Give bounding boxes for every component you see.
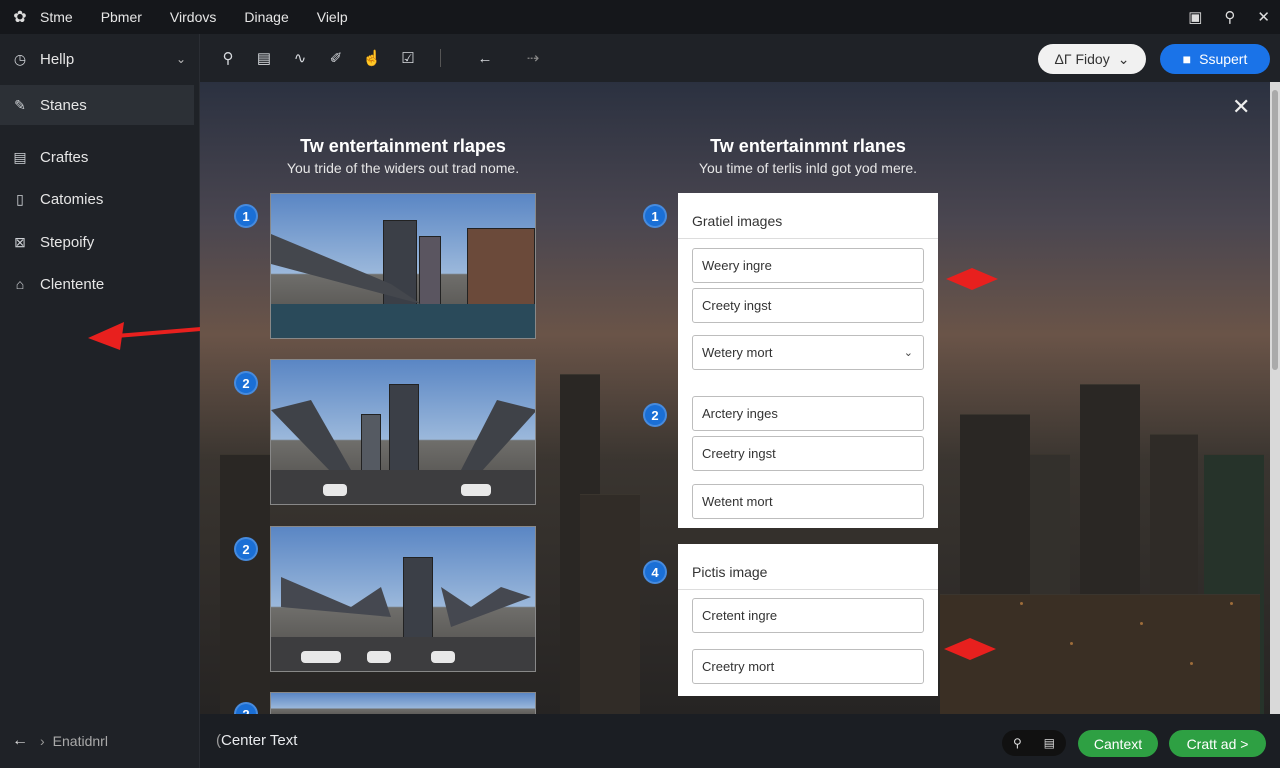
search-icon[interactable]: ⚲ (1013, 736, 1022, 750)
text-field[interactable]: Creetry ingst (692, 436, 924, 471)
panel-title: Pictis image (692, 564, 768, 580)
search-icon[interactable]: ⚲ (210, 49, 246, 67)
pen-icon[interactable]: ✐ (318, 49, 354, 67)
text-field[interactable]: Creetry mort (692, 649, 924, 684)
support-button-label: Ssupert (1199, 51, 1248, 67)
sidebar: ◷ Hellp ⌄ ✎ Stanes ▤ Craftes ▯ Catomies … (0, 34, 262, 768)
sidebar-item-label: Stanes (40, 96, 87, 114)
bridge-photo-4[interactable] (270, 692, 536, 714)
sidebar-item-help[interactable]: ◷ Hellp ⌄ (0, 39, 200, 79)
arrow-right-icon[interactable]: ⇢ (515, 49, 551, 67)
document-icon[interactable]: ▤ (1044, 736, 1055, 750)
sidebar-item-label: Clentente (40, 275, 105, 293)
sidebar-footer-label[interactable]: Enatidnrl (53, 733, 108, 749)
left-column-title: Tw entertainment rlapes (300, 136, 506, 156)
left-column-subtitle: You tride of the widers out trad nome. (286, 160, 520, 176)
menu-item-5[interactable]: Vielp (317, 9, 348, 25)
bottom-tool-pill: ⚲ ▤ (1002, 730, 1066, 756)
step-badge: 2 (234, 371, 258, 395)
panel-divider (678, 589, 938, 590)
toolbar: ⚲ ▤ ∿ ✐ ☝ ☑ ← ⇢ ΔΓ Fidoy ⌄ ■ Ssupert (200, 34, 1280, 82)
panel-title: Gratiel images (692, 213, 783, 229)
search-icon[interactable]: ⚲ (1224, 8, 1235, 26)
select-value: Wetery mort (702, 345, 773, 360)
red-diamond-marker (946, 268, 998, 290)
clock-icon: ◷ (13, 50, 27, 67)
step-badge: 2 (234, 537, 258, 561)
right-column-title: Tw entertainmnt rlanes (710, 136, 906, 156)
sidebar-item-label: Catomies (40, 190, 104, 208)
menu-item-1[interactable]: Stme (40, 9, 73, 25)
step-badge: 4 (643, 560, 667, 584)
sidebar-item-label: Stepoify (40, 233, 95, 251)
document-icon[interactable]: ▤ (246, 49, 282, 67)
vertical-scrollbar[interactable] (1270, 82, 1280, 714)
step-badge: 1 (234, 204, 258, 228)
flower-logo-icon[interactable]: ✿ (0, 7, 40, 27)
step-badge: 2 (643, 403, 667, 427)
menu-item-3[interactable]: Virdovs (170, 9, 216, 25)
menu-item-2[interactable]: Pbmer (101, 9, 142, 25)
chevron-down-icon[interactable]: ⌄ (176, 52, 186, 66)
main-canvas: ✕ Tw entertainment rlapes You tride of t… (200, 82, 1270, 714)
panel-divider (678, 238, 938, 239)
text-field[interactable]: Arctery inges (692, 396, 924, 431)
sidebar-item-label: Hellp (40, 50, 75, 68)
red-diamond-marker (944, 638, 996, 660)
pencil-icon: ✎ (14, 96, 26, 113)
sidebar-item-label: Craftes (40, 148, 89, 166)
bridge-photo-2[interactable] (270, 359, 536, 505)
support-button[interactable]: ■ Ssupert (1160, 44, 1270, 74)
window-controls: ▣ ⚲ ✕ (1188, 0, 1270, 34)
chevron-down-icon: ⌄ (903, 347, 913, 359)
window-icon[interactable]: ▣ (1188, 8, 1202, 26)
cantext-button[interactable]: Cantext (1078, 730, 1158, 757)
sidebar-item-craftes[interactable]: ▤ Craftes (0, 137, 200, 177)
hand-icon[interactable]: ☝ (354, 49, 390, 67)
center-text-label: (Center Text (216, 732, 298, 749)
scrollbar-thumb[interactable] (1272, 90, 1278, 370)
text-field[interactable]: Wetent mort (692, 484, 924, 519)
text-field[interactable]: Creety ingst (692, 288, 924, 323)
sidebar-item-stanes[interactable]: ✎ Stanes (0, 85, 194, 125)
bottom-bar: (Center Text ⚲ ▤ Cantext Cratt ad > (200, 714, 1280, 768)
sidebar-footer: ← › Enatidnrl (0, 714, 200, 768)
next-button[interactable]: Cratt ad > (1169, 730, 1266, 757)
close-icon[interactable]: ✕ (1232, 94, 1250, 120)
day-dropdown-label: ΔΓ Fidoy (1054, 51, 1110, 67)
bridge-photo-3[interactable] (270, 526, 536, 672)
lock-icon: ⌂ (15, 276, 25, 292)
sidebar-item-catomies[interactable]: ▯ Catomies (0, 179, 200, 219)
document-icon: ▯ (16, 190, 24, 207)
arrow-left-icon[interactable]: ← (0, 732, 40, 750)
arrow-left-icon[interactable]: ← (455, 50, 515, 67)
text-field[interactable]: Weery ingre (692, 248, 924, 283)
chevron-right-icon[interactable]: › (40, 733, 45, 749)
wave-icon[interactable]: ∿ (282, 49, 318, 67)
sidebar-item-stepoify[interactable]: ⊠ Stepoify (0, 222, 200, 262)
bridge-photo-1[interactable] (270, 193, 536, 339)
checklist-icon[interactable]: ☑ (390, 49, 426, 67)
select-field[interactable]: Wetery mort ⌄ (692, 335, 924, 370)
chevron-down-icon: ⌄ (1117, 50, 1130, 67)
card-icon: ▤ (13, 148, 27, 165)
text-field[interactable]: Cretent ingre (692, 598, 924, 633)
picture-image-panel: Pictis image Cretent ingre Creetry mort (678, 544, 938, 696)
menu-bar: ✿ Stme Pbmer Virdovs Dinage Vielp ▣ ⚲ ✕ (0, 0, 1280, 34)
day-dropdown[interactable]: ΔΓ Fidoy ⌄ (1038, 44, 1146, 74)
step-badge: 1 (643, 204, 667, 228)
bag-icon: ■ (1182, 51, 1192, 67)
right-column-subtitle: You time of terlis inld got yod mere. (698, 160, 918, 176)
close-icon[interactable]: ✕ (1257, 8, 1270, 26)
gradient-images-panel: Gratiel images Weery ingre Creety ingst … (678, 193, 938, 528)
image-icon: ⊠ (14, 233, 26, 250)
sidebar-item-clentente[interactable]: ⌂ Clentente (0, 264, 200, 304)
toolbar-divider (440, 49, 441, 67)
menu-item-4[interactable]: Dinage (244, 9, 288, 25)
